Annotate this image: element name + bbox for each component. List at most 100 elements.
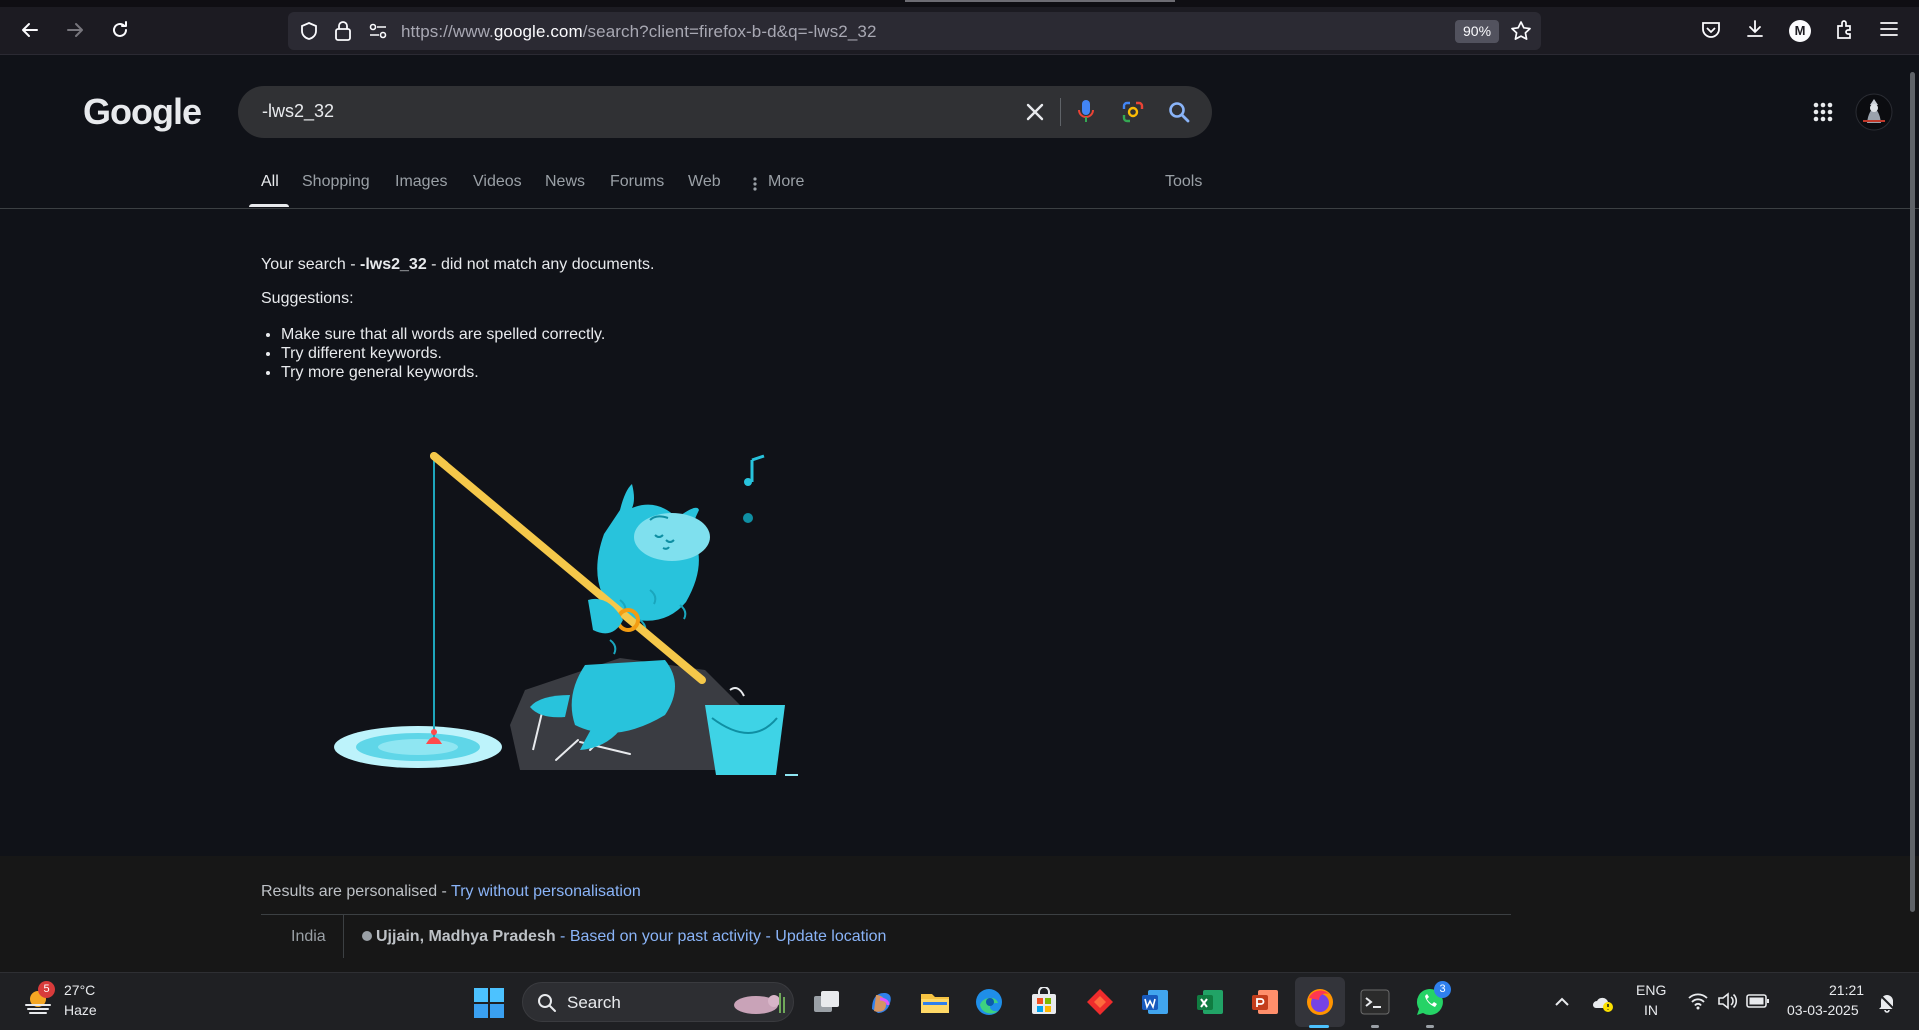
task-view-button[interactable]: [810, 985, 844, 1019]
location-info: Ujjain, Madhya Pradesh - Based on your p…: [362, 928, 886, 946]
chevron-up-icon[interactable]: [1554, 995, 1570, 1007]
folder-icon: [921, 994, 949, 1013]
lock-icon[interactable]: [334, 20, 352, 42]
firefox-button[interactable]: [1303, 985, 1337, 1019]
menu-hamburger-icon[interactable]: [1878, 19, 1900, 39]
google-lens-icon[interactable]: [1121, 100, 1145, 124]
clear-search-icon[interactable]: [1024, 101, 1046, 123]
word-button[interactable]: [1138, 985, 1172, 1019]
tab-news[interactable]: News: [545, 173, 585, 191]
extensions-icon[interactable]: [1834, 18, 1856, 40]
search-input[interactable]: -lws2_32: [262, 101, 334, 122]
back-button[interactable]: [14, 14, 46, 46]
shield-icon[interactable]: [299, 21, 319, 41]
firefox-active-indicator: [1309, 1025, 1329, 1028]
reload-button[interactable]: [104, 14, 136, 46]
clock-time[interactable]: 21:21: [1829, 982, 1864, 998]
apps-grid-icon[interactable]: [1812, 101, 1834, 123]
tab-all[interactable]: All: [261, 173, 279, 191]
search-icon[interactable]: [1167, 100, 1191, 124]
account-avatar[interactable]: M: [1789, 20, 1811, 42]
suggestion-item: Make sure that all words are spelled cor…: [281, 325, 605, 344]
location-row: India Ujjain, Madhya Pradesh - Based on …: [0, 914, 1919, 972]
url-prefix: https://www.: [401, 22, 494, 41]
weather-temp: 27°C: [64, 982, 96, 998]
copilot-button[interactable]: [864, 985, 898, 1019]
microphone-icon[interactable]: [1077, 99, 1095, 125]
tab-shopping[interactable]: Shopping: [302, 173, 370, 191]
pocket-icon[interactable]: [1700, 19, 1722, 41]
tab-web[interactable]: Web: [688, 173, 721, 191]
taskbar-search[interactable]: Search: [522, 982, 794, 1022]
search-box[interactable]: -lws2_32: [238, 86, 1212, 138]
reload-icon: [113, 21, 127, 37]
more-vertical-icon[interactable]: [752, 176, 758, 192]
weather-badge: 5: [38, 981, 55, 998]
anydesk-button[interactable]: [1083, 985, 1117, 1019]
personalised-text: Results are personalised -: [261, 883, 452, 900]
header-divider: [0, 208, 1919, 209]
task-view-icon: [814, 991, 839, 1012]
profile-avatar-icon[interactable]: [1855, 93, 1893, 131]
language-line2[interactable]: IN: [1644, 1002, 1658, 1018]
store-icon: [1032, 987, 1056, 1014]
suggestions-heading: Suggestions:: [261, 290, 354, 307]
clock-date[interactable]: 03-03-2025: [1787, 1002, 1859, 1018]
address-bar[interactable]: https://www.google.com/search?client=fir…: [288, 12, 1541, 50]
battery-icon[interactable]: [1746, 993, 1770, 1009]
powerpoint-icon: [1252, 990, 1278, 1014]
past-activity-link[interactable]: Based on your past activity: [570, 928, 761, 945]
tab-more[interactable]: More: [768, 173, 804, 191]
whatsapp-badge: 3: [1434, 981, 1451, 998]
excel-button[interactable]: [1193, 985, 1227, 1019]
tab-forums[interactable]: Forums: [610, 173, 664, 191]
anydesk-icon: [1087, 989, 1113, 1015]
country-divider: [343, 914, 344, 958]
terminal-button[interactable]: [1358, 985, 1392, 1019]
zoom-level-badge[interactable]: 90%: [1455, 20, 1500, 43]
fishing-creature-illustration: [334, 452, 798, 776]
country-label: India: [291, 928, 326, 945]
page-scrollbar[interactable]: [1910, 72, 1915, 912]
notification-bell-icon[interactable]: [1876, 991, 1898, 1013]
url-domain: google.com: [493, 22, 583, 41]
firefox-icon: [1307, 989, 1333, 1015]
tab-videos[interactable]: Videos: [473, 173, 522, 191]
nomatch-prefix: Your search -: [261, 256, 361, 273]
suggestion-item: Try different keywords.: [281, 344, 605, 363]
google-logo[interactable]: Google: [83, 91, 202, 133]
store-button[interactable]: [1027, 985, 1061, 1019]
word-icon: [1142, 990, 1168, 1014]
download-icon[interactable]: [1744, 18, 1766, 40]
bookmark-star-icon[interactable]: [1510, 20, 1532, 42]
active-tab[interactable]: [905, 0, 1175, 2]
tab-images[interactable]: Images: [395, 173, 447, 191]
language-line1[interactable]: ENG: [1636, 982, 1666, 998]
arrow-right-icon: [67, 23, 83, 37]
active-tab-indicator: [249, 204, 289, 207]
nomatch-query: -lws2_32: [360, 256, 427, 273]
excel-icon: [1197, 990, 1223, 1014]
volume-icon[interactable]: [1716, 991, 1738, 1011]
wifi-icon[interactable]: [1687, 991, 1709, 1011]
file-explorer-button[interactable]: [918, 985, 952, 1019]
personalisation-notice: Results are personalised - Try without p…: [261, 883, 641, 901]
url-text: https://www.google.com/search?client=fir…: [401, 22, 877, 42]
no-match-message: Your search - -lws2_32 - did not match a…: [261, 256, 654, 274]
tools-button[interactable]: Tools: [1165, 173, 1202, 191]
browser-toolbar: https://www.google.com/search?client=fir…: [0, 0, 1919, 55]
windows-start-icon[interactable]: [473, 987, 505, 1019]
powerpoint-button[interactable]: [1248, 985, 1282, 1019]
update-location-link[interactable]: Update location: [775, 928, 886, 945]
terminal-icon: [1360, 989, 1390, 1015]
edge-button[interactable]: [972, 985, 1006, 1019]
windows-taskbar: 5 27°C Haze Search 3 ENG IN 21:21 03-03-…: [0, 972, 1919, 1030]
terminal-running-indicator: [1371, 1025, 1379, 1028]
permissions-icon[interactable]: [368, 22, 388, 40]
whatsapp-running-indicator: [1426, 1025, 1434, 1028]
forward-button[interactable]: [59, 14, 91, 46]
try-without-personalisation-link[interactable]: Try without personalisation: [451, 883, 641, 900]
sep-2: -: [761, 928, 776, 945]
onedrive-warning-icon[interactable]: [1590, 991, 1614, 1013]
edge-icon: [976, 989, 1002, 1015]
